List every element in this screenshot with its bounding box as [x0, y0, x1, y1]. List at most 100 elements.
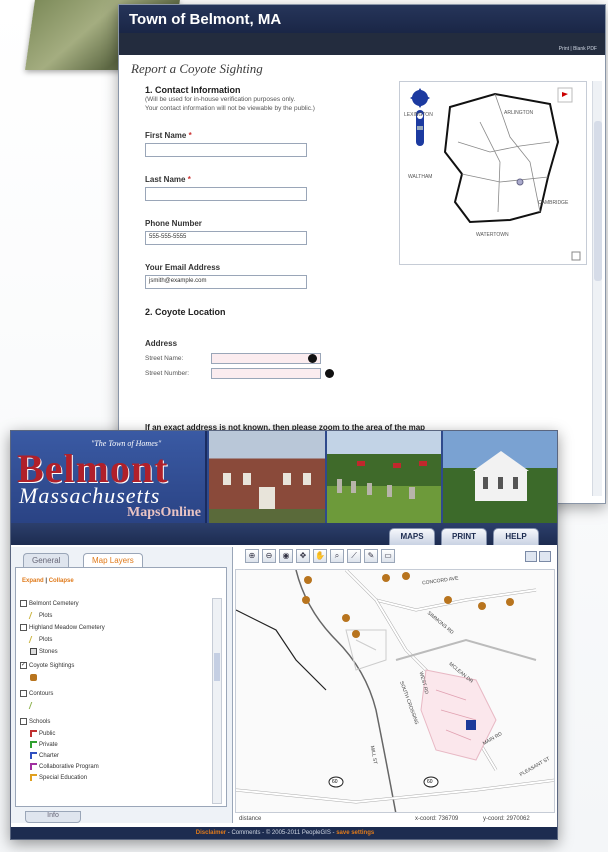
route-shield-1: 60	[332, 779, 338, 785]
measure-icon[interactable]: ⟋	[347, 549, 361, 563]
first-name-input[interactable]	[145, 143, 307, 157]
disclaimer-link[interactable]: Disclaimer	[196, 830, 226, 836]
draw-icon[interactable]: ✎	[364, 549, 378, 563]
email-input[interactable]: jsmith@example.com	[145, 275, 307, 289]
section-contact-note-1: (Will be used for in-house verification …	[145, 96, 296, 103]
zoom-in-icon[interactable]: ⊕	[245, 549, 259, 563]
flag-legend-icon	[30, 763, 37, 770]
tab-print[interactable]: PRINT	[441, 528, 487, 545]
layer-checkbox[interactable]	[20, 718, 27, 725]
church-photo	[443, 431, 557, 523]
map-toolbar: ⊕ ⊖ ◉ ✥ ✋ ⌕ ⟋ ✎ ▭	[245, 549, 395, 567]
layer-list-scrollbar-thumb[interactable]	[214, 653, 220, 681]
layout-small-icon[interactable]	[525, 551, 537, 562]
map-status-bar: distance x-coord: 736709 y-coord: 297006…	[235, 815, 555, 825]
tab-maps[interactable]: MAPS	[389, 528, 435, 545]
line-legend-icon	[28, 636, 39, 643]
layer-checkbox-checked[interactable]: ✓	[20, 662, 27, 669]
street-number-search-icon[interactable]	[325, 369, 334, 378]
layer-checkbox[interactable]	[20, 600, 27, 607]
identify-icon[interactable]: ⌕	[330, 549, 344, 563]
last-name-label: Last Name *	[145, 175, 191, 184]
tab-info[interactable]: Info	[25, 811, 81, 823]
coyote-form-window: Town of Belmont, MA Print | Blank PDF Re…	[118, 4, 606, 504]
form-scrollbar[interactable]	[592, 81, 602, 496]
expand-collapse: Expand | Collapse	[22, 578, 74, 584]
email-label: Your Email Address	[145, 263, 221, 272]
coyote-markers[interactable]	[302, 572, 514, 638]
layer-stones: Stones	[30, 648, 58, 655]
y-coord-readout: y-coord: 2970062	[483, 816, 530, 822]
layer-coyote-sightings[interactable]: ✓ Coyote Sightings	[20, 662, 74, 669]
layer-highland-meadow[interactable]: Highland Meadow Cemetery	[20, 624, 105, 631]
layer-checkbox[interactable]	[20, 690, 27, 697]
layer-contours[interactable]: Contours	[20, 690, 53, 697]
save-settings-link[interactable]: save settings	[336, 830, 374, 836]
phone-input[interactable]: 555-555-5555	[145, 231, 307, 245]
tab-general[interactable]: General	[23, 553, 70, 567]
townhall-photo	[209, 431, 325, 523]
street-name-search-icon[interactable]	[308, 354, 317, 363]
church-photo-svg	[473, 451, 529, 501]
maps-footer: Disclaimer - Comments - © 2005-2011 Peop…	[11, 827, 557, 839]
expand-link[interactable]: Expand	[22, 578, 44, 584]
zoom-full-icon[interactable]: ◉	[279, 549, 293, 563]
hand-pan-icon[interactable]: ✋	[313, 549, 327, 563]
layers-panel: General Map Layers Expand | Collapse Bel…	[11, 547, 233, 823]
layer-highland-plots: Plots	[28, 636, 52, 643]
address-heading: Address	[145, 339, 178, 348]
map-label-waltham: WALTHAM	[408, 174, 433, 180]
clear-icon[interactable]: ▭	[381, 549, 395, 563]
tab-map-layers[interactable]: Map Layers	[83, 553, 143, 567]
street-name-input[interactable]	[211, 353, 321, 364]
flag-legend-icon	[30, 774, 37, 781]
section-contact-heading: 1. Contact Information	[145, 85, 241, 95]
map-label-cambridge: CAMBRIDGE	[538, 200, 569, 206]
layer-belmont-cemetery[interactable]: Belmont Cemetery	[20, 600, 79, 607]
layer-schools[interactable]: Schools	[20, 718, 50, 725]
layer-checkbox[interactable]	[20, 624, 27, 631]
layer-schools-private: Private	[30, 741, 58, 748]
layer-schools-special: Special Education	[30, 774, 87, 781]
tab-help[interactable]: HELP	[493, 528, 539, 545]
layer-schools-charter: Charter	[30, 752, 59, 759]
zoom-out-icon[interactable]: ⊖	[262, 549, 276, 563]
comments-link[interactable]: Comments	[231, 830, 260, 836]
pan-arrows-icon[interactable]: ✥	[296, 549, 310, 563]
street-number-row: Street Number:	[145, 366, 401, 381]
layout-large-icon[interactable]	[539, 551, 551, 562]
layer-schools-public: Public	[30, 730, 55, 737]
collapse-link[interactable]: Collapse	[49, 578, 74, 584]
locator-map[interactable]: ARLINGTON WALTHAM CAMBRIDGE WATERTOWN LE…	[399, 81, 587, 265]
line-legend-icon	[28, 612, 39, 619]
line-legend-icon	[28, 702, 39, 709]
flag-legend-icon	[30, 752, 37, 759]
print-links[interactable]: Print | Blank PDF	[559, 46, 597, 52]
polygon-legend-icon	[30, 648, 37, 655]
flag-legend-icon	[30, 730, 37, 737]
page-title: Report a Coyote Sighting	[131, 61, 263, 76]
main-map[interactable]: CONCORD AVE SIMMONS RD MCLEAN DR SOUTH C…	[235, 569, 555, 813]
layer-coyote-legend	[30, 674, 39, 681]
section-location-heading: 2. Coyote Location	[145, 307, 226, 317]
map-label-arlington: ARLINGTON	[504, 110, 534, 116]
section-contact-note-2: Your contact information will not be vie…	[145, 105, 315, 112]
layer-list-scrollbar[interactable]	[212, 598, 222, 804]
maps-banner: "The Town of Homes" Belmont Massachusett…	[11, 431, 557, 523]
form-scrollbar-thumb[interactable]	[594, 121, 602, 281]
form-header-title: Town of Belmont, MA	[119, 5, 605, 33]
route-shield-2: 60	[427, 779, 433, 785]
main-map-svg	[236, 570, 554, 812]
last-name-input[interactable]	[145, 187, 307, 201]
map-label-watertown: WATERTOWN	[476, 232, 509, 238]
layer-contours-legend	[28, 702, 39, 709]
form-body: 1. Contact Information (Will be used for…	[131, 85, 401, 381]
mapsonline-window: "The Town of Homes" Belmont Massachusett…	[10, 430, 558, 840]
townhall-photo-svg	[223, 473, 311, 509]
screenshot-stage: Town of Belmont, MA Print | Blank PDF Re…	[0, 0, 608, 852]
copyright-text: © 2005-2011 PeopleGIS	[265, 830, 331, 836]
cemetery-photo-svg	[337, 461, 427, 499]
street-number-input[interactable]	[211, 368, 321, 379]
maps-nav-bar: MAPS PRINT HELP	[11, 523, 557, 545]
first-name-label: First Name *	[145, 131, 192, 140]
